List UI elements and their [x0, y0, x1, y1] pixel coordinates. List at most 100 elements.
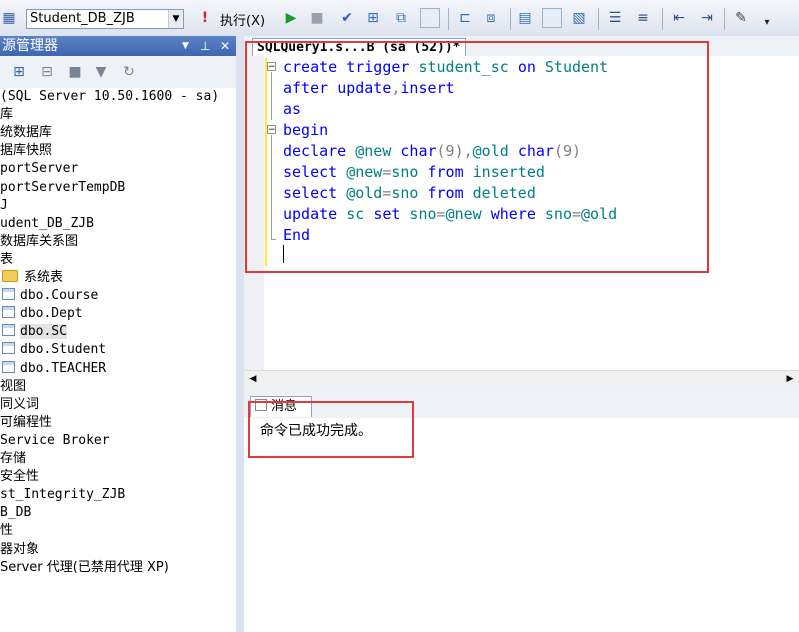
tree-item[interactable]: Server 代理(已禁用代理 XP): [0, 559, 169, 577]
results-to-grid-icon[interactable]: [542, 8, 562, 28]
query-options-icon[interactable]: [420, 8, 440, 28]
code-lines: create trigger student_sc on Student afte…: [283, 57, 617, 246]
tree-item-label: dbo.Student: [20, 342, 107, 358]
tree-item[interactable]: 安全性: [0, 468, 39, 486]
scroll-right-icon[interactable]: ▶: [783, 372, 797, 386]
debug-icon[interactable]: ⧉: [392, 9, 410, 27]
tree-item[interactable]: (SQL Server 10.50.1600 - sa): [0, 88, 219, 106]
collapse-icon[interactable]: −: [267, 62, 276, 72]
tree-item[interactable]: dbo.Course: [2, 287, 98, 305]
code-token: update: [283, 205, 338, 223]
tree-item[interactable]: 可编程性: [0, 414, 52, 432]
code-token: sc: [337, 205, 374, 223]
database-icon[interactable]: ▦: [0, 9, 18, 27]
tab-messages[interactable]: 消息: [250, 396, 312, 417]
tree-item[interactable]: 同义词: [0, 396, 39, 414]
tree-item[interactable]: 存储: [0, 450, 26, 468]
code-token: @old: [472, 142, 518, 160]
editor-gutter: [244, 56, 264, 370]
toolbar-divider: [724, 8, 725, 30]
code-token: from: [427, 163, 464, 181]
tree-item[interactable]: 表: [0, 251, 13, 269]
tree-item[interactable]: st_Integrity_ZJB: [0, 486, 125, 504]
code-token: trigger: [346, 58, 410, 76]
tree-item[interactable]: J: [0, 197, 8, 215]
panel-menu-icon[interactable]: ▼: [182, 36, 189, 56]
tree-item-label: udent_DB_ZJB: [0, 215, 94, 231]
tree-item[interactable]: portServerTempDB: [0, 179, 125, 197]
code-token: sno: [400, 205, 437, 223]
code-token: @old: [337, 184, 383, 202]
table-icon: [2, 288, 15, 301]
specify-template-icon[interactable]: ✎: [732, 9, 750, 27]
code-token: =: [572, 205, 582, 223]
toolbar-overflow-icon[interactable]: ▾: [758, 14, 776, 32]
tree-item-label: 统数据库: [0, 125, 53, 141]
tree-item[interactable]: 库: [0, 106, 13, 124]
tree-item[interactable]: 数据库关系图: [0, 233, 78, 251]
tree-item-label: B_DB: [0, 505, 32, 521]
close-icon[interactable]: ✕: [220, 36, 230, 56]
database-select[interactable]: Student_DB_ZJB ▼: [26, 9, 184, 29]
query-editor[interactable]: − − create trigger student_sc on Student…: [244, 56, 799, 370]
stop-icon[interactable]: ■: [308, 9, 326, 27]
code-line: declare @new char(9),@old char(9): [283, 141, 617, 162]
execute-button[interactable]: 执行(X): [220, 10, 265, 29]
connect-icon[interactable]: ⊞: [10, 63, 28, 81]
query-plan-icon[interactable]: ⊞: [364, 9, 382, 27]
tree-item[interactable]: 性: [0, 522, 13, 540]
panel-splitter[interactable]: [236, 36, 244, 632]
tree-item[interactable]: 器对象: [0, 541, 39, 559]
design-query-icon[interactable]: ⊏: [456, 9, 474, 27]
code-token: =: [436, 205, 446, 223]
decrease-indent-icon[interactable]: ⇤: [670, 9, 688, 27]
code-token: create: [283, 58, 338, 76]
scroll-left-icon[interactable]: ◀: [246, 372, 260, 386]
folder-icon: [2, 270, 18, 282]
tree-item[interactable]: udent_DB_ZJB: [0, 215, 94, 233]
tree-item[interactable]: B_DB: [0, 504, 31, 522]
text-caret: [283, 245, 284, 263]
tree-item[interactable]: dbo.SC: [2, 323, 67, 341]
uncomment-icon[interactable]: ≡: [634, 9, 652, 27]
code-line: select @old=sno from deleted: [283, 183, 617, 204]
fold-line: [271, 72, 272, 120]
tree-item[interactable]: dbo.Dept: [2, 305, 83, 323]
tree-item-label: Service Broker: [0, 432, 110, 448]
stop-icon[interactable]: ■: [66, 63, 84, 81]
tree-item-label: 存储: [0, 451, 27, 466]
tree-item[interactable]: Service Broker: [0, 432, 110, 450]
results-to-text-icon[interactable]: ▤: [516, 9, 534, 27]
check-icon[interactable]: ✔: [338, 9, 356, 27]
tree-item[interactable]: dbo.TEACHER: [2, 360, 106, 378]
run-icon[interactable]: ▶: [282, 9, 300, 27]
refresh-icon[interactable]: ↻: [120, 63, 138, 81]
tree-item-label: portServer: [0, 161, 79, 177]
tree-item[interactable]: 视图: [0, 378, 26, 396]
code-token: char: [517, 142, 554, 160]
tab-sqlquery1[interactable]: SQLQuery1.s...B (sa (52))*: [252, 38, 466, 57]
code-token: as: [283, 100, 302, 118]
tree-item-label: 可编程性: [0, 414, 53, 430]
code-token: select: [283, 184, 338, 202]
results-to-file-icon[interactable]: ▧: [570, 9, 588, 27]
disconnect-icon[interactable]: ⊟: [38, 63, 56, 81]
editor-horizontal-scrollbar[interactable]: ◀ ▶: [244, 370, 799, 387]
tree-item-label: dbo.SC: [20, 324, 67, 340]
tree-item[interactable]: dbo.Student: [2, 341, 106, 359]
tree-item[interactable]: 统数据库: [0, 124, 52, 142]
messages-icon: [255, 399, 267, 411]
specify-values-icon[interactable]: ⧈: [482, 9, 500, 27]
code-line: select @new=sno from inserted: [283, 162, 617, 183]
pin-icon[interactable]: ⊥: [200, 36, 210, 56]
tree-item[interactable]: 据库快照: [0, 142, 52, 160]
comment-icon[interactable]: ☰: [606, 9, 624, 27]
exclamation-icon[interactable]: !: [196, 9, 214, 27]
tree-item[interactable]: 系统表: [2, 269, 63, 287]
code-token: set: [373, 205, 401, 223]
increase-indent-icon[interactable]: ⇥: [698, 9, 716, 27]
filter-icon[interactable]: ▼: [92, 63, 110, 81]
collapse-icon[interactable]: −: [267, 125, 276, 135]
tree-item[interactable]: portServer: [0, 160, 78, 178]
chevron-down-icon[interactable]: ▼: [168, 10, 183, 28]
